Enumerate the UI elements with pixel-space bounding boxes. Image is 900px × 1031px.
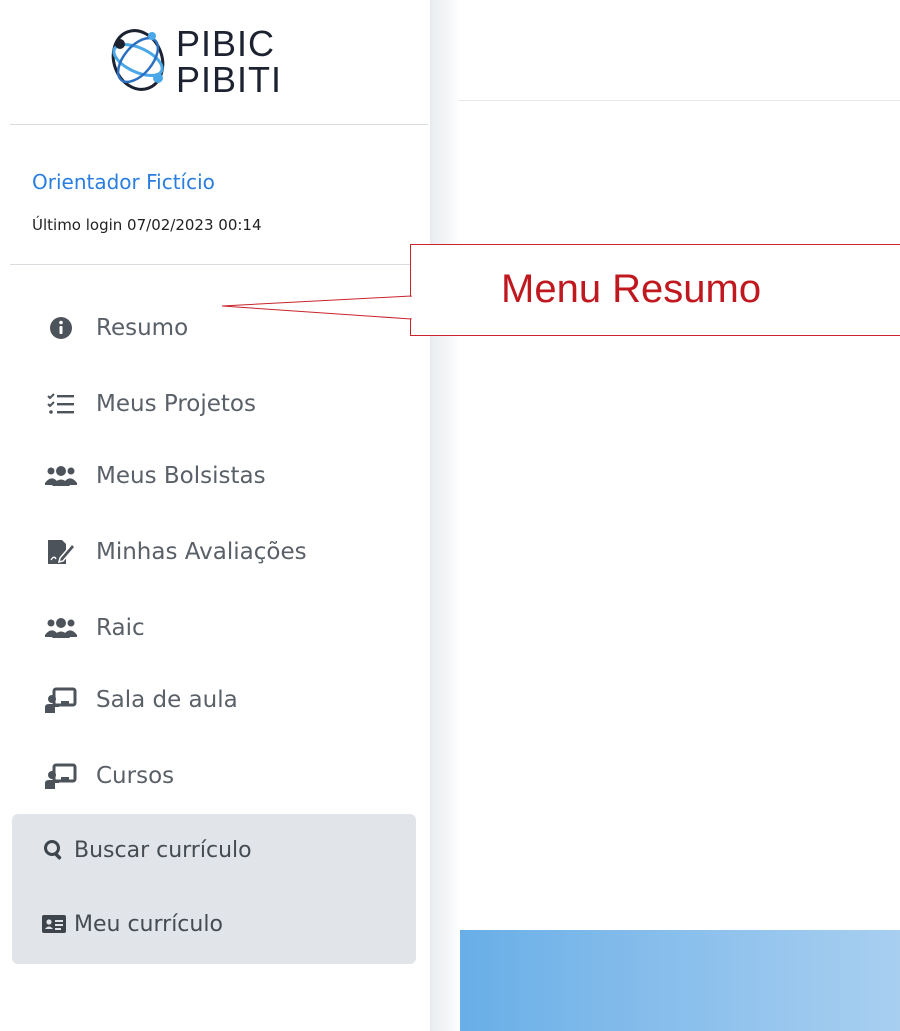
logo-text: PIBIC PIBITI	[176, 26, 336, 98]
logo-line-pibiti: PIBITI	[176, 59, 283, 100]
info-circle-icon	[44, 314, 78, 342]
annotation-label: Menu Resumo	[501, 267, 762, 311]
sidebar-item-label: Meus Projetos	[96, 391, 256, 417]
atom-logo-icon	[111, 29, 165, 91]
users-icon	[44, 462, 78, 490]
sidebar-item-minhas-avaliacoes[interactable]: Minhas Avaliações	[44, 532, 307, 572]
sidebar-item-sala-de-aula[interactable]: Sala de aula	[44, 680, 238, 720]
sidebar-item-raic[interactable]: Raic	[44, 608, 145, 648]
divider	[10, 264, 428, 265]
sidebar-item-cursos[interactable]: Cursos	[44, 756, 174, 796]
sidebar-item-meus-projetos[interactable]: Meus Projetos	[44, 384, 256, 424]
sidebar-item-meus-bolsistas[interactable]: Meus Bolsistas	[44, 456, 266, 496]
sidebar-item-label: Cursos	[96, 763, 175, 789]
divider	[10, 124, 428, 125]
sidebar-item-label: Meus Bolsistas	[96, 463, 266, 489]
logo-line-pibic: PIBIC	[176, 23, 276, 64]
chalkboard-teacher-icon	[44, 762, 78, 790]
search-icon	[42, 838, 66, 862]
content-shadow	[430, 0, 460, 1031]
my-curriculum-label: Meu currículo	[74, 911, 223, 937]
sidebar-item-label: Resumo	[96, 315, 189, 341]
top-header-bar	[458, 0, 900, 101]
sidebar-item-resumo[interactable]: Resumo	[44, 308, 188, 348]
tasks-list-icon	[44, 390, 78, 418]
search-curriculum-link[interactable]: Buscar currículo	[42, 832, 252, 868]
search-curriculum-label: Buscar currículo	[74, 837, 252, 863]
sidebar-item-label: Raic	[96, 615, 145, 641]
sidebar-item-label: Minhas Avaliações	[96, 539, 307, 565]
last-login-text: Último login 07/02/2023 00:14	[32, 216, 262, 234]
pibic-pibiti-logo[interactable]: PIBIC PIBITI	[108, 20, 338, 102]
file-signature-icon	[44, 538, 78, 566]
sidebar-item-label: Sala de aula	[96, 687, 238, 713]
my-curriculum-link[interactable]: Meu currículo	[42, 906, 223, 942]
users-icon	[44, 614, 78, 642]
user-name-link[interactable]: Orientador Fictício	[32, 170, 215, 194]
sidebar: PIBIC PIBITI Orientador Fictício Último …	[0, 0, 431, 1031]
annotation-callout: Menu Resumo	[410, 244, 900, 336]
id-card-icon	[42, 912, 66, 936]
chalkboard-teacher-icon	[44, 686, 78, 714]
